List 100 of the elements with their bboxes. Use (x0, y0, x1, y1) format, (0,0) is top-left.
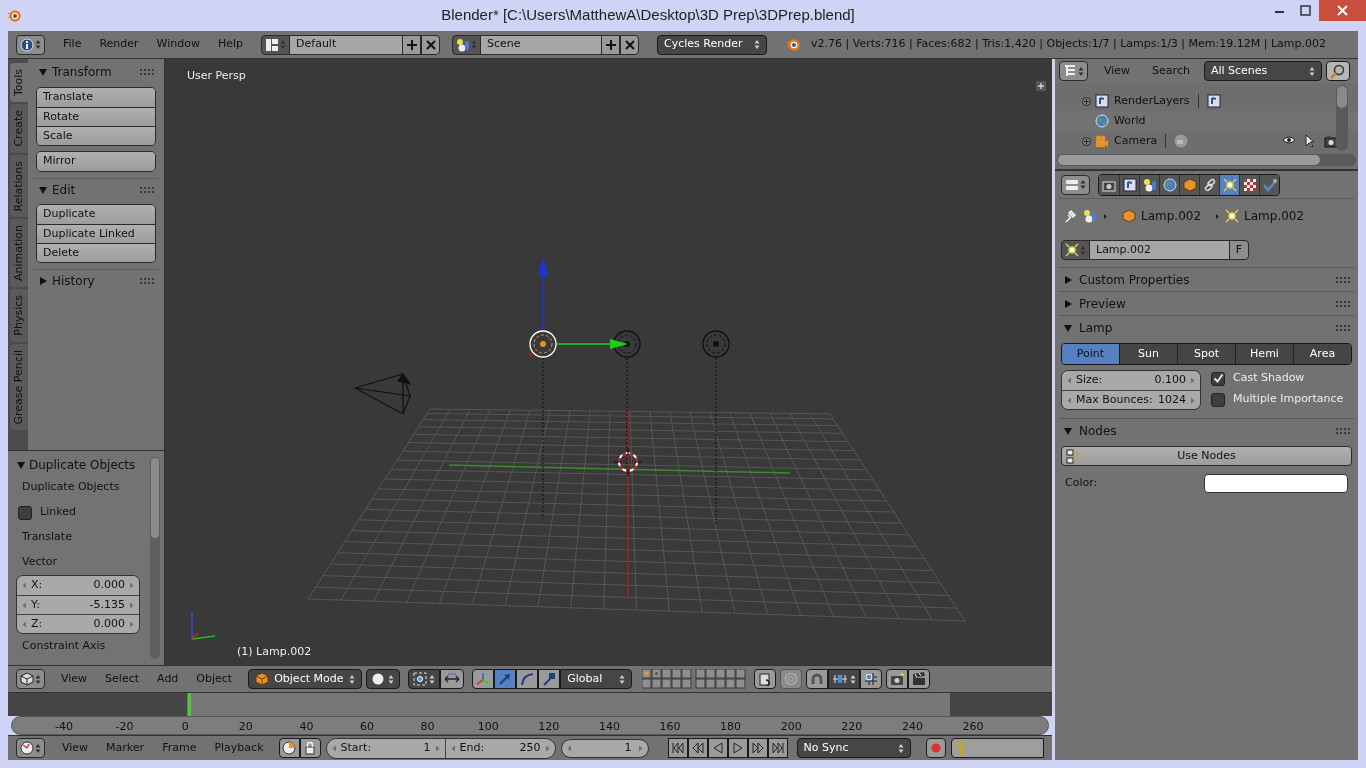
editor-type-button[interactable] (16, 34, 45, 55)
editor-type-button[interactable] (1061, 174, 1090, 195)
panel-title[interactable]: Duplicate Objects (29, 456, 136, 474)
tool-button[interactable]: Duplicate Linked (37, 224, 155, 243)
use-nodes-button[interactable]: Use Nodes (1061, 446, 1352, 466)
tool-button[interactable]: Delete (37, 243, 155, 262)
manipulator-button[interactable] (538, 669, 561, 689)
menu-item[interactable]: View (1098, 62, 1137, 80)
tool-button[interactable]: Scale (37, 126, 155, 145)
panel-title[interactable]: Custom Properties (1079, 270, 1330, 289)
sync-dropdown[interactable]: No Sync (796, 738, 911, 758)
tab[interactable]: Physics (10, 289, 28, 342)
add-button[interactable] (601, 34, 621, 55)
menu-item[interactable]: Frame (156, 739, 203, 757)
play-reverse-button[interactable] (707, 738, 728, 758)
keyframe-type-button[interactable] (278, 738, 300, 758)
shading-dropdown[interactable] (366, 669, 401, 689)
scrollbar[interactable] (150, 457, 160, 659)
fake-user-button[interactable]: F (1229, 240, 1249, 260)
tab[interactable]: Tools (10, 63, 28, 103)
display-mode-dropdown[interactable]: All Scenes (1203, 61, 1322, 81)
manipulator-button[interactable] (472, 669, 495, 689)
scrollbar[interactable] (1336, 85, 1348, 151)
context-tab[interactable] (1199, 174, 1219, 195)
lamp-selector[interactable] (1061, 240, 1090, 260)
scrollbar[interactable] (1057, 154, 1356, 166)
text-field[interactable]: Scene (481, 34, 602, 55)
scene-selector[interactable] (452, 34, 482, 55)
jump-end-button[interactable] (767, 738, 788, 758)
context-tab[interactable] (1099, 174, 1119, 195)
orientation-dropdown[interactable]: Global (560, 669, 633, 689)
menu-item[interactable]: Playback (208, 739, 270, 757)
menu-item[interactable]: Marker (100, 739, 151, 757)
context-tab[interactable] (1179, 174, 1199, 195)
panel-title[interactable]: Edit (52, 180, 136, 199)
manipulator-button[interactable] (516, 669, 539, 689)
record-button[interactable] (925, 738, 946, 758)
play-button[interactable] (727, 738, 748, 758)
lock-button[interactable] (299, 738, 321, 758)
snap-element-dropdown[interactable] (828, 669, 861, 689)
current-frame-marker[interactable] (188, 693, 191, 717)
tab[interactable]: Animation (10, 219, 28, 288)
opengl-render-button[interactable] (886, 669, 909, 689)
snap-button[interactable] (806, 669, 829, 689)
menu-item[interactable]: File (57, 36, 88, 53)
lamp-type-tab[interactable]: Area (1293, 344, 1351, 364)
outliner-item[interactable]: Camera (1114, 132, 1158, 150)
manipulator-button[interactable] (494, 669, 517, 689)
search-button[interactable] (1325, 61, 1350, 81)
editor-type-button[interactable] (16, 738, 45, 758)
manipulator-toggle[interactable] (440, 669, 465, 689)
context-tab[interactable] (1119, 174, 1139, 195)
snap-target-button[interactable] (860, 669, 883, 689)
outliner-item[interactable]: World (1114, 112, 1146, 130)
layout-selector[interactable] (261, 34, 291, 55)
checkbox[interactable] (18, 505, 32, 520)
panel-title[interactable]: Transform (52, 63, 136, 81)
menu-item[interactable]: Help (211, 36, 250, 53)
editor-type-button[interactable] (1059, 61, 1088, 81)
checkbox[interactable] (1211, 371, 1225, 386)
lamp-type-tab[interactable]: Point (1062, 344, 1119, 364)
context-tab[interactable] (1159, 174, 1179, 195)
tab[interactable]: Relations (10, 154, 28, 218)
tab[interactable]: Grease Pencil (10, 343, 28, 431)
tool-button[interactable]: Translate (37, 88, 155, 107)
menu-item[interactable]: Add (151, 670, 185, 688)
lock-layers-button[interactable] (754, 669, 777, 689)
context-tab[interactable] (1259, 174, 1279, 195)
mode-dropdown[interactable]: Object Mode (248, 669, 363, 689)
name-field[interactable]: Lamp.002 (1090, 240, 1229, 260)
tool-button[interactable]: Mirror (37, 152, 155, 171)
menu-item[interactable]: Select (99, 670, 146, 688)
tool-button[interactable]: Duplicate (37, 205, 155, 224)
panel-title[interactable]: Nodes (1079, 421, 1330, 440)
color-field[interactable] (1204, 473, 1348, 493)
lamp-type-tab[interactable]: Spot (1177, 344, 1235, 364)
checkbox[interactable] (1211, 392, 1225, 407)
add-button[interactable] (402, 34, 422, 55)
editor-type-button[interactable] (16, 669, 45, 689)
pivot-dropdown[interactable] (408, 669, 441, 689)
lamp-type-tab[interactable]: Hemi (1235, 344, 1293, 364)
render-engine-dropdown[interactable]: Cycles Render (657, 34, 768, 55)
lamp-type-tab[interactable]: Sun (1119, 344, 1177, 364)
outliner-item[interactable]: RenderLayers (1114, 92, 1190, 110)
jump-start-button[interactable] (667, 738, 688, 758)
menu-item[interactable]: Object (190, 670, 239, 688)
menu-item[interactable]: Window (150, 36, 206, 53)
context-tab[interactable] (1219, 174, 1239, 195)
opengl-animation-button[interactable] (908, 669, 931, 689)
menu-item[interactable]: Search (1146, 62, 1196, 80)
tab[interactable]: Create (10, 104, 28, 153)
previous-keyframe-button[interactable] (687, 738, 708, 758)
panel-title[interactable]: History (52, 271, 136, 290)
context-tab[interactable] (1139, 174, 1159, 195)
panel-title[interactable]: Lamp (1079, 318, 1330, 337)
keying-set-field[interactable] (950, 738, 1044, 758)
panel-title[interactable]: Preview (1079, 294, 1330, 313)
context-tab[interactable] (1239, 174, 1259, 195)
text-field[interactable]: Default (290, 34, 403, 55)
close-button[interactable] (1319, 0, 1366, 21)
